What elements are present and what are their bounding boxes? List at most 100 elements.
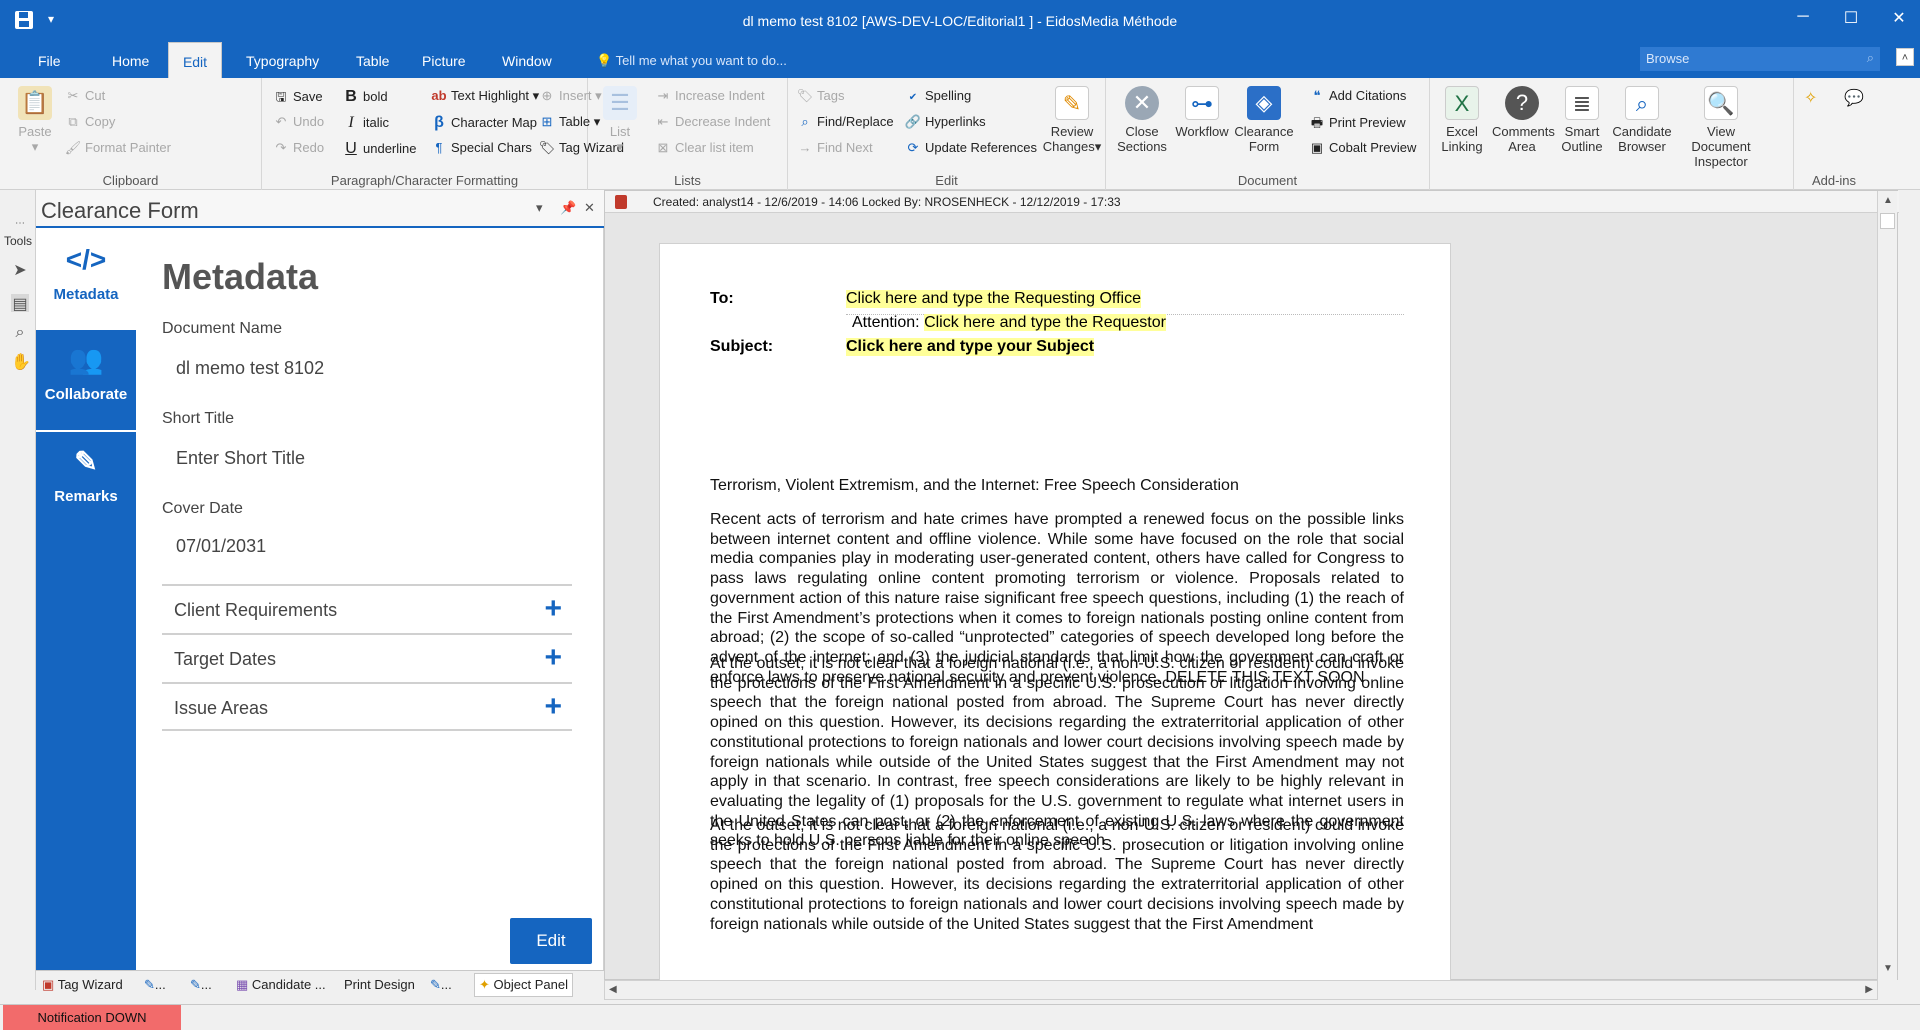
tab-file[interactable]: File bbox=[28, 42, 71, 78]
find-replace-button[interactable]: ⌕ Find/Replace bbox=[796, 114, 893, 130]
vertical-scrollbar[interactable]: ▲ ▼ bbox=[1877, 191, 1897, 981]
tab-typography[interactable]: Typography bbox=[236, 42, 329, 78]
cobalt-preview-button[interactable]: ▣ Cobalt Preview bbox=[1308, 140, 1417, 156]
format-painter-label: Format Painter bbox=[85, 140, 171, 155]
scroll-down-icon[interactable]: ▼ bbox=[1878, 963, 1898, 974]
cobalt-preview-label: Cobalt Preview bbox=[1329, 140, 1417, 155]
cut-button[interactable]: ✂ Cut bbox=[64, 88, 106, 104]
tell-me-search[interactable]: 💡 Tell me what you want to do... bbox=[596, 42, 787, 80]
panel-close-icon[interactable]: ✕ bbox=[584, 200, 595, 216]
redo-button[interactable]: ↷ Redo bbox=[272, 140, 325, 156]
text-highlight-button[interactable]: ab Text Highlight ▾ bbox=[430, 88, 539, 104]
comments-area-button[interactable]: ? Comments Area bbox=[1492, 86, 1555, 154]
close-sections-button[interactable]: ✕ Close Sections bbox=[1112, 86, 1172, 154]
save-ribbon-button[interactable]: 🖫 Save bbox=[272, 88, 322, 110]
chat-icon[interactable]: 💬 bbox=[1844, 88, 1864, 108]
review-changes-button[interactable]: ✎ Review Changes▾ bbox=[1042, 86, 1102, 154]
taskbar-candidate[interactable]: ▦ Candidate ... bbox=[236, 977, 326, 993]
accordion-label: Client Requirements bbox=[174, 600, 338, 620]
document-page[interactable]: To: Click here and type the Requesting O… bbox=[659, 243, 1451, 981]
browse-placeholder: Browse bbox=[1646, 51, 1690, 66]
taskbar-item-2[interactable]: ✎... bbox=[144, 977, 166, 993]
taskbar-print-design[interactable]: Print Design bbox=[344, 977, 415, 992]
candidate-browser-button[interactable]: ⌕ Candidate Browser bbox=[1612, 86, 1672, 154]
notification-badge[interactable]: Notification DOWN bbox=[3, 1005, 181, 1030]
users-icon: 👥 bbox=[68, 344, 104, 375]
decrease-indent-button[interactable]: ⇤ Decrease Indent bbox=[654, 114, 771, 130]
copy-button[interactable]: ⧉ Copy bbox=[64, 114, 115, 130]
subject-field[interactable]: Click here and type your Subject bbox=[846, 338, 1095, 356]
accordion-client-requirements[interactable]: Client Requirements + bbox=[162, 584, 572, 633]
horizontal-scrollbar[interactable]: ◀ ▶ bbox=[604, 980, 1878, 1000]
cut-label: Cut bbox=[85, 88, 106, 103]
zoom-icon[interactable]: ⌕ bbox=[11, 324, 29, 342]
nav-metadata[interactable]: </> Metadata bbox=[36, 230, 136, 330]
plus-icon[interactable]: + bbox=[544, 690, 562, 724]
nav-collaborate[interactable]: 👥 Collaborate bbox=[36, 330, 136, 430]
plus-icon[interactable]: + bbox=[544, 641, 562, 675]
bold-button[interactable]: Bbold bbox=[342, 88, 387, 106]
taskbar-tag-wizard[interactable]: ▣ Tag Wizard bbox=[42, 977, 123, 993]
edit-button[interactable]: Edit bbox=[510, 918, 592, 964]
increase-indent-button[interactable]: ⇥ Increase Indent bbox=[654, 88, 765, 104]
addin-icon[interactable]: ✧ bbox=[1804, 88, 1817, 108]
plus-icon[interactable]: + bbox=[544, 592, 562, 626]
hyperlinks-button[interactable]: 🔗 Hyperlinks bbox=[904, 114, 986, 130]
hand-icon[interactable]: ✋ bbox=[11, 352, 31, 371]
nav-remarks[interactable]: ✎ Remarks bbox=[36, 430, 136, 530]
taskbar-item-3[interactable]: ✎... bbox=[190, 977, 212, 993]
maximize-button[interactable]: ☐ bbox=[1836, 8, 1866, 32]
minimize-button[interactable]: ─ bbox=[1788, 8, 1818, 32]
taskbar-item-6[interactable]: ✎... bbox=[430, 977, 452, 993]
spelling-button[interactable]: ✔ Spelling bbox=[904, 88, 971, 103]
undo-button[interactable]: ↶ Undo bbox=[272, 114, 325, 130]
add-citations-button[interactable]: ❝ Add Citations bbox=[1308, 88, 1407, 104]
to-field[interactable]: Click here and type the Requesting Offic… bbox=[846, 290, 1141, 308]
tab-picture[interactable]: Picture bbox=[412, 42, 476, 78]
scroll-right-icon[interactable]: ▶ bbox=[1865, 984, 1873, 995]
underline-button[interactable]: Uunderline bbox=[342, 140, 416, 158]
document-name-field[interactable]: dl memo test 8102 bbox=[176, 358, 324, 379]
tab-edit[interactable]: Edit bbox=[168, 42, 222, 78]
chevron-down-icon: ▾ bbox=[1094, 139, 1102, 154]
tell-me-text: Tell me what you want to do... bbox=[615, 53, 787, 68]
smart-outline-button[interactable]: ≣ Smart Outline bbox=[1552, 86, 1612, 154]
format-painter-button[interactable]: 🖌 Format Painter bbox=[64, 140, 171, 156]
accordion-issue-areas[interactable]: Issue Areas + bbox=[162, 682, 572, 731]
paste-button[interactable]: 📋 Paste ▾ bbox=[5, 86, 65, 154]
text-tool-icon[interactable]: ▤ bbox=[11, 294, 29, 313]
scroll-up-icon[interactable]: ▲ bbox=[1878, 195, 1898, 206]
short-title-field[interactable]: Enter Short Title bbox=[176, 448, 305, 469]
close-button[interactable]: ✕ bbox=[1884, 8, 1914, 32]
tags-button[interactable]: 🏷 Tags bbox=[796, 88, 845, 104]
update-references-button[interactable]: ⟳ Update References bbox=[904, 140, 1037, 156]
workflow-button[interactable]: ⊶ Workflow bbox=[1172, 86, 1232, 139]
cover-date-field[interactable]: 07/01/2031 bbox=[176, 536, 266, 557]
tab-home[interactable]: Home bbox=[102, 42, 159, 78]
taskbar-object-panel[interactable]: ✦ Object Panel bbox=[474, 973, 573, 997]
list-button[interactable]: ☰ List ▾ bbox=[590, 86, 650, 154]
collapse-ribbon-icon[interactable]: ˄ bbox=[1896, 48, 1914, 66]
attention-field[interactable]: Click here and type the Requestor bbox=[924, 314, 1166, 331]
clearance-form-button[interactable]: ◈ Clearance Form bbox=[1234, 86, 1294, 154]
scroll-thumb[interactable] bbox=[1880, 213, 1895, 229]
smart-label-1: Smart bbox=[1564, 124, 1600, 139]
find-next-button[interactable]: → Find Next bbox=[796, 140, 873, 155]
print-preview-button[interactable]: 🖶 Print Preview bbox=[1308, 114, 1406, 136]
cursor-icon[interactable]: ➤ bbox=[11, 260, 29, 279]
scroll-left-icon[interactable]: ◀ bbox=[609, 984, 617, 995]
character-map-button[interactable]: β Character Map bbox=[430, 114, 537, 132]
panel-menu-icon[interactable]: ▾ bbox=[536, 200, 543, 216]
pin-icon[interactable]: 📌 bbox=[560, 200, 576, 216]
tab-table[interactable]: Table bbox=[346, 42, 399, 78]
accordion-target-dates[interactable]: Target Dates + bbox=[162, 633, 572, 682]
attention-label: Attention: bbox=[852, 314, 920, 331]
italic-button[interactable]: Iitalic bbox=[342, 114, 389, 132]
cobalt-preview-icon: ▣ bbox=[1310, 140, 1324, 155]
tab-window[interactable]: Window bbox=[492, 42, 562, 78]
excel-linking-button[interactable]: X Excel Linking bbox=[1432, 86, 1492, 154]
clear-list-item-button[interactable]: ⊠ Clear list item bbox=[654, 140, 754, 156]
browse-input[interactable]: Browse ⌕ bbox=[1640, 47, 1880, 71]
view-document-inspector-button[interactable]: 🔍 View Document Inspector bbox=[1676, 86, 1766, 169]
special-chars-button[interactable]: ¶ Special Chars bbox=[430, 140, 532, 155]
